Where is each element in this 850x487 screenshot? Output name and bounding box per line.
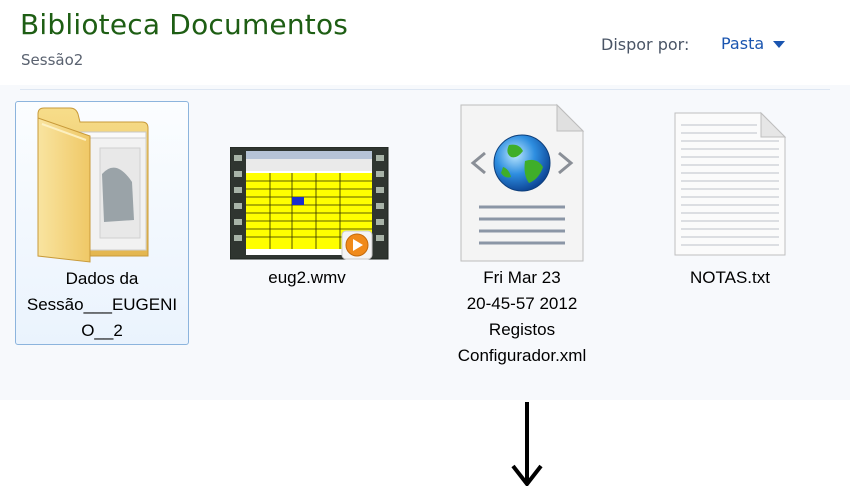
library-panel: Biblioteca Documentos Sessão2 Dispor por…: [0, 0, 850, 400]
dropdown-caret-icon: [773, 41, 786, 48]
file-item-video[interactable]: eug2.wmv: [220, 101, 394, 301]
video-thumbnail-icon: [230, 147, 389, 260]
xml-file-icon: [460, 103, 585, 262]
file-item-label: eug2.wmv: [268, 268, 346, 287]
file-item-label: Fri Mar 23: [483, 268, 561, 287]
file-item-label: NOTAS.txt: [690, 268, 770, 287]
down-arrow-icon: [511, 402, 543, 486]
file-item-label: Dados da: [65, 269, 139, 288]
library-title: Biblioteca Documentos: [20, 8, 349, 41]
library-subtitle: Sessão2: [21, 51, 84, 69]
arrange-by-dropdown[interactable]: Pasta: [721, 34, 786, 53]
file-item-label: Sessão___EUGENI: [26, 295, 178, 314]
file-item-text[interactable]: NOTAS.txt: [643, 101, 817, 301]
file-item-xml[interactable]: Fri Mar 23 20-45-57 2012 Registos Config…: [435, 101, 609, 371]
header-divider: [20, 89, 830, 90]
arrange-by-label: Dispor por:: [601, 35, 690, 54]
file-item-label: Configurador.xml: [457, 346, 587, 365]
file-item-label: O__2: [81, 321, 123, 340]
arrange-by-value: Pasta: [721, 34, 765, 53]
folder-icon: [37, 107, 149, 263]
file-item-folder[interactable]: Dados da Sessão___EUGENI O__2: [15, 101, 189, 345]
text-file-icon: [674, 111, 787, 256]
file-item-label: Registos: [488, 320, 556, 339]
file-item-label: 20-45-57 2012: [466, 294, 578, 313]
